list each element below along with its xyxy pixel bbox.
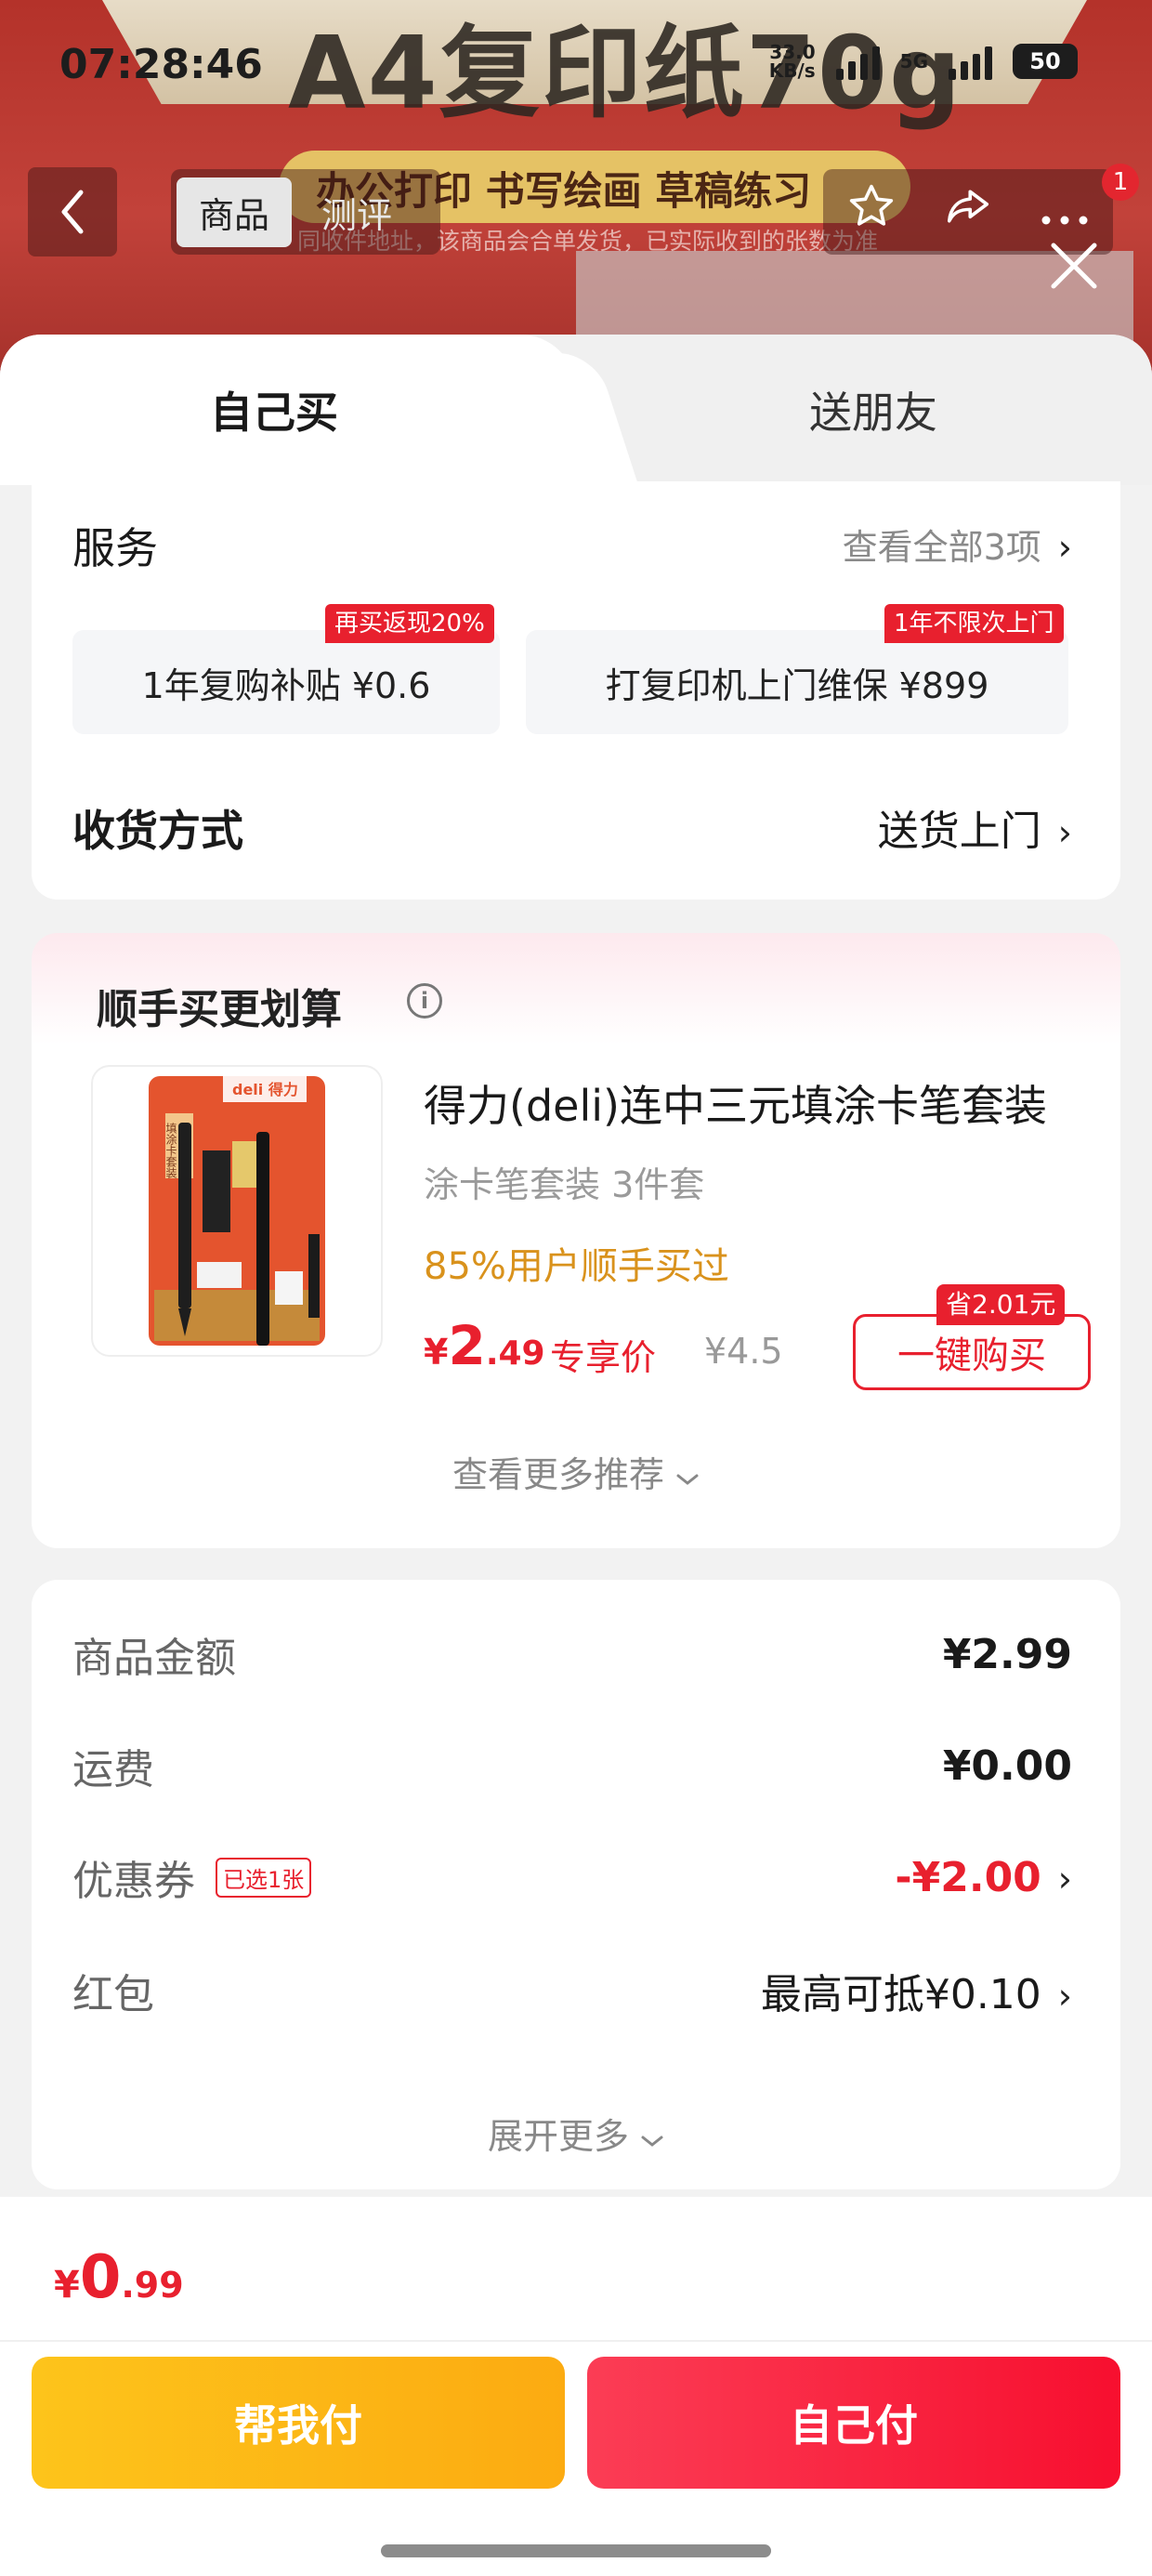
service-tag-onsite: 1年不限次上门 <box>884 604 1064 643</box>
price-row-subtotal: 商品金额 ¥2.99 <box>72 1626 1072 1683</box>
tab-product[interactable]: 商品 <box>177 177 293 247</box>
battery-icon: 50 <box>1013 44 1078 79</box>
redpacket-value: 最高可抵¥0.10 <box>760 1971 1041 2018</box>
more-icon[interactable] <box>1040 186 1090 238</box>
network-type: 5G <box>899 50 928 72</box>
chevron-right-icon: › <box>1057 1976 1072 2017</box>
chevron-right-icon: › <box>1057 1858 1072 1899</box>
more-recommendations[interactable]: 查看更多推荐 <box>32 1446 1120 1497</box>
delivery-method-selector[interactable]: 送货上门 › <box>878 797 1072 857</box>
home-indicator[interactable] <box>381 2544 771 2557</box>
redpacket-value-group: 最高可抵¥0.10 › <box>761 1961 1072 2020</box>
tab-gift-friend[interactable]: 送朋友 <box>595 335 1152 485</box>
more-recommendations-label: 查看更多推荐 <box>452 1454 664 1495</box>
expand-more-label: 展开更多 <box>487 2116 629 2157</box>
redpacket-label: 红包 <box>72 1971 154 2018</box>
price-currency: ¥ <box>424 1332 449 1373</box>
total-dec: .99 <box>121 2265 184 2306</box>
exclusive-price-label: 专享价 <box>550 1337 657 1378</box>
info-icon[interactable]: i <box>407 983 442 1019</box>
service-view-all-label: 查看全部3项 <box>842 527 1041 568</box>
service-tag-cashback: 再买返现20% <box>325 604 494 643</box>
checkout-bar: ¥0.99 帮我付 自己付 <box>0 2197 1152 2576</box>
signal-icon-2 <box>949 43 992 80</box>
star-icon[interactable] <box>846 181 897 243</box>
price-row-shipping: 运费 ¥0.00 <box>72 1738 1072 1794</box>
tab-buy-self-label: 自己买 <box>210 388 338 438</box>
subtotal-value: ¥2.99 <box>942 1630 1072 1678</box>
nav-tabs: 商品 测评 <box>171 169 440 255</box>
one-click-buy-button[interactable]: 一键购买 <box>853 1314 1091 1390</box>
chevron-down-icon <box>640 2116 664 2157</box>
expand-more[interactable]: 展开更多 <box>32 2108 1120 2159</box>
coupon-label: 优惠券 <box>72 1858 195 1905</box>
service-view-all[interactable]: 查看全部3项 › <box>843 519 1072 570</box>
coupon-label-group: 优惠券 已选1张 <box>72 1847 312 1907</box>
status-icons: 33.0 KB/s 5G 50 <box>769 43 1078 80</box>
purchase-tabs: 自己买 送朋友 <box>0 335 1152 485</box>
message-badge: 1 <box>1102 164 1139 201</box>
product-image[interactable]: deli 得力 填涂卡套装 <box>91 1065 383 1357</box>
service-option-maintenance[interactable]: 打复印机上门维保 ¥899 <box>526 630 1068 734</box>
total-int: 0 <box>79 2243 122 2312</box>
bundle-title: 顺手买更划算 <box>97 986 342 1033</box>
divider <box>0 2340 1152 2342</box>
product-social-proof: 85%用户顺手买过 <box>424 1245 729 1288</box>
price-row-redpacket[interactable]: 红包 最高可抵¥0.10 › <box>72 1963 1072 2018</box>
price-int: 2 <box>448 1314 486 1377</box>
delivery-label: 收货方式 <box>72 806 243 856</box>
coupon-value-group: -¥2.00 › <box>895 1854 1072 1901</box>
chevron-left-icon <box>61 190 84 234</box>
coupon-value: -¥2.00 <box>895 1853 1041 1901</box>
service-title: 服务 <box>72 523 158 573</box>
save-amount-tag: 省2.01元 <box>936 1284 1066 1325</box>
coupon-selected-chip: 已选1张 <box>216 1857 312 1898</box>
price-summary-card: 商品金额 ¥2.99 运费 ¥0.00 优惠券 已选1张 -¥2.00 › 红包 … <box>32 1580 1120 2189</box>
tab-review[interactable]: 测评 <box>321 187 392 238</box>
product-spec: 涂卡笔套装 3件套 <box>424 1164 705 1205</box>
price-dec: .49 <box>485 1334 545 1373</box>
svg-text:填涂卡套装: 填涂卡套装 <box>164 1123 177 1179</box>
chevron-right-icon: › <box>1057 812 1072 853</box>
original-price: ¥4.5 <box>704 1331 783 1372</box>
tab-buy-self[interactable]: 自己买 <box>0 335 576 485</box>
status-time: 07:28:46 <box>59 41 263 88</box>
total-price: ¥0.99 <box>54 2243 184 2312</box>
speed-unit: KB/s <box>768 59 816 82</box>
shipping-value: ¥0.00 <box>942 1741 1072 1790</box>
back-button[interactable] <box>28 167 117 256</box>
total-currency: ¥ <box>54 2264 80 2307</box>
subtotal-label: 商品金额 <box>72 1635 236 1682</box>
shipping-label: 运费 <box>72 1746 154 1794</box>
speed-value: 33.0 <box>769 41 816 63</box>
pencil-set-image: deli 得力 填涂卡套装 <box>149 1076 325 1346</box>
product-price: ¥2.49 <box>424 1314 545 1377</box>
product-name[interactable]: 得力(deli)连中三元填涂卡笔套装 <box>424 1072 1074 1134</box>
share-icon[interactable] <box>942 181 994 243</box>
chevron-down-icon <box>675 1454 700 1495</box>
pay-myself-button[interactable]: 自己付 <box>587 2357 1120 2489</box>
price-row-coupon[interactable]: 优惠券 已选1张 -¥2.00 › <box>72 1847 1072 1907</box>
network-speed: 33.0 KB/s <box>769 43 816 80</box>
service-option-repurchase[interactable]: 1年复购补贴 ¥0.6 <box>72 630 500 734</box>
bundle-card: 顺手买更划算 i deli 得力 填涂卡套装 得力(deli)连中三元填涂卡笔套… <box>32 933 1120 1548</box>
delivery-value: 送货上门 <box>877 808 1041 855</box>
chevron-right-icon: › <box>1057 527 1072 568</box>
service-card: 服务 查看全部3项 › 1年复购补贴 ¥0.6 再买返现20% 打复印机上门维保 … <box>32 481 1120 900</box>
signal-icon <box>835 43 880 80</box>
help-me-pay-button[interactable]: 帮我付 <box>32 2357 565 2489</box>
svg-text:deli 得力: deli 得力 <box>232 1081 298 1098</box>
close-icon[interactable] <box>1046 240 1102 296</box>
